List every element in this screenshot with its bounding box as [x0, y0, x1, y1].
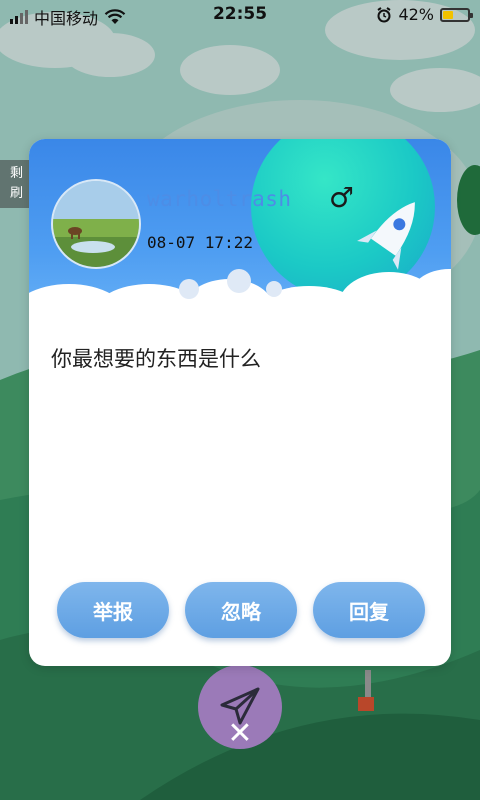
cloud-decoration — [29, 269, 451, 339]
male-gender-icon: ♂ — [329, 181, 355, 214]
message-card: warholtrash ♂ 08-07 17:22 你最想要的东西是什么 举报 … — [29, 139, 451, 666]
status-bar: 中国移动 22:55 42% — [0, 0, 480, 30]
timestamp: 08-07 17:22 — [147, 233, 253, 252]
status-right: 42% — [376, 5, 473, 24]
question-text: 你最想要的东西是什么 — [51, 347, 261, 371]
avatar-landscape-image — [53, 181, 139, 267]
avatar[interactable] — [51, 179, 141, 269]
alarm-icon — [377, 6, 391, 22]
card-header: warholtrash ♂ 08-07 17:22 — [29, 139, 451, 339]
card-actions: 举报 忽略 回复 — [57, 582, 425, 638]
battery-fill — [443, 10, 453, 19]
close-icon[interactable]: ✕ — [224, 718, 256, 750]
battery-percent: 42% — [398, 5, 434, 24]
username[interactable]: warholtrash — [147, 187, 292, 211]
report-button[interactable]: 举报 — [57, 582, 169, 638]
reply-button[interactable]: 回复 — [313, 582, 425, 638]
ignore-button[interactable]: 忽略 — [185, 582, 297, 638]
battery-icon — [440, 7, 473, 22]
